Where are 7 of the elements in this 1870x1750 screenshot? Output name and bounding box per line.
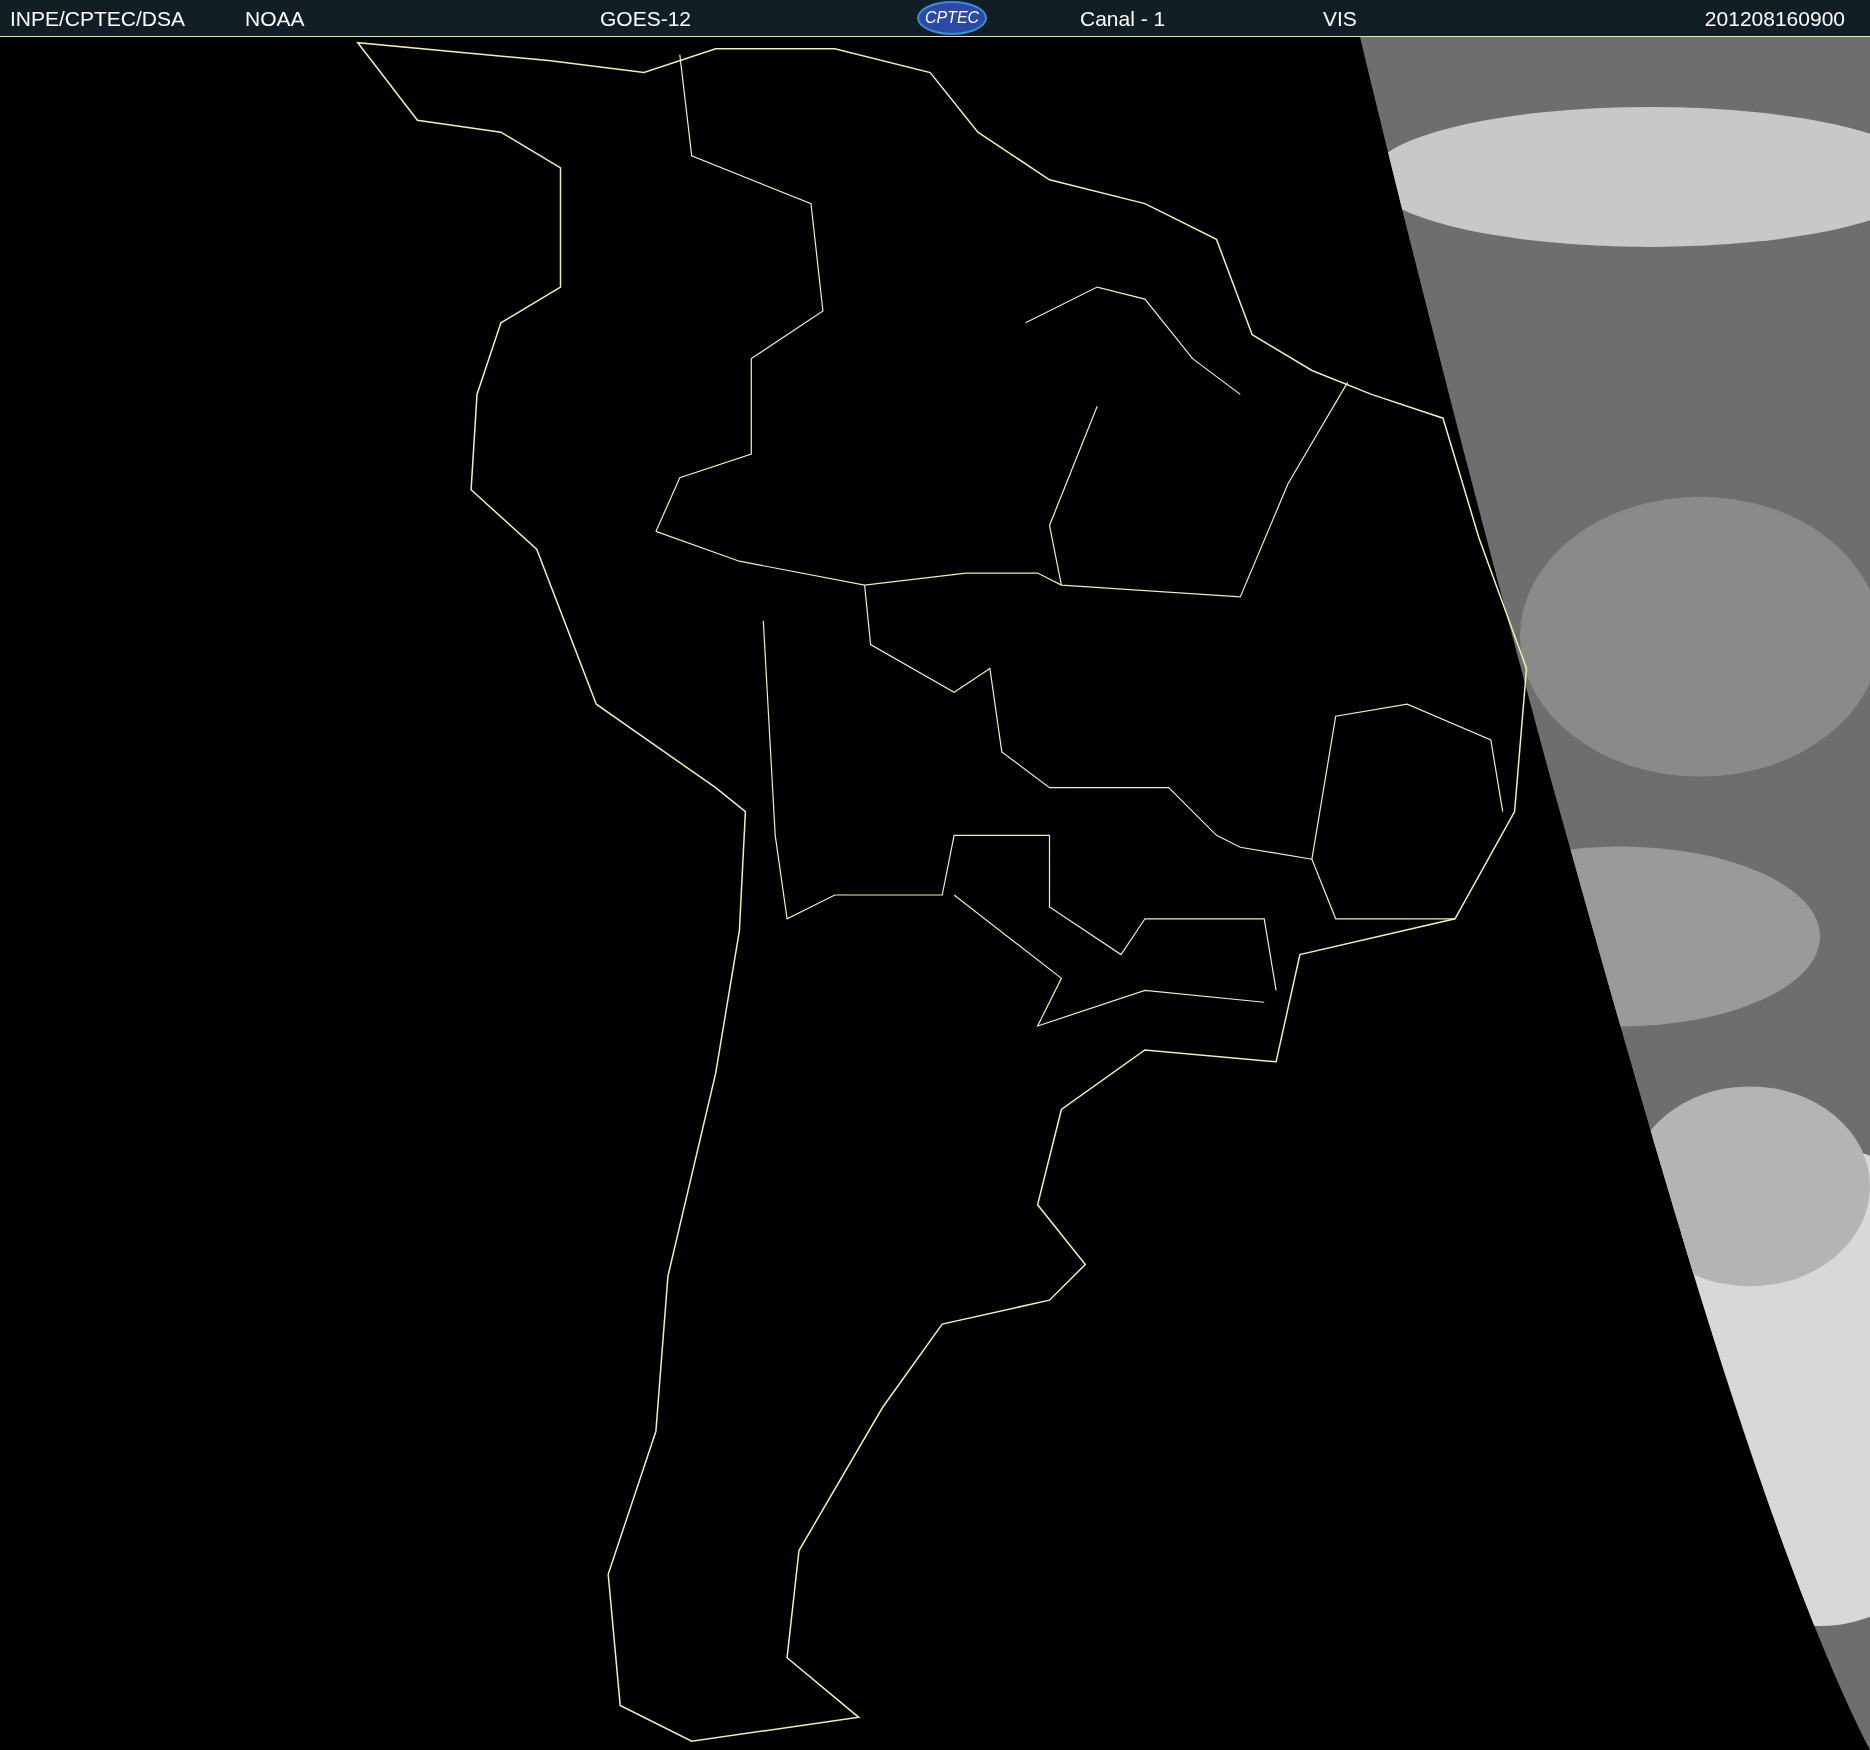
logo: CPTEC — [917, 1, 987, 35]
header-label: Canal - 1 — [1080, 7, 1166, 29]
header-label: VIS — [1323, 7, 1357, 29]
header-label: NOAA — [245, 7, 305, 29]
header-label: GOES-12 — [600, 7, 692, 29]
header-label: INPE/CPTEC/DSA — [10, 7, 186, 29]
timestamp-label: 201208160900 — [1704, 7, 1845, 29]
